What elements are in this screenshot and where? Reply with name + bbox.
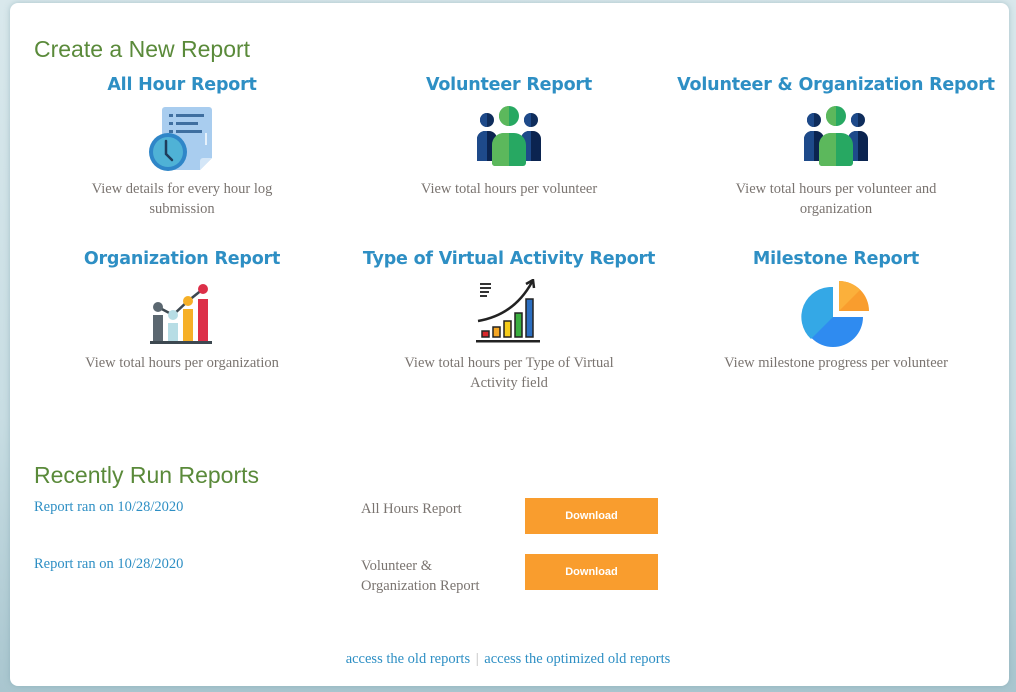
- virtual-activity-report-link[interactable]: Type of Virtual Activity Report: [349, 249, 669, 269]
- optimized-old-reports-link[interactable]: access the optimized old reports: [484, 651, 670, 667]
- footer-links: access the old reports | access the opti…: [0, 651, 1016, 668]
- recently-run-heading: Recently Run Reports: [34, 462, 259, 488]
- bar-line-chart-icon[interactable]: [147, 279, 217, 347]
- people-group-icon[interactable]: [801, 105, 871, 173]
- recent-report-name: All Hours Report: [361, 501, 462, 517]
- volunteer-report-link[interactable]: Volunteer Report: [349, 75, 669, 95]
- volunteer-organization-report-link[interactable]: Volunteer & Organization Report: [676, 75, 996, 95]
- all-hour-report-description: View details for every hour log submissi…: [91, 181, 273, 217]
- tile-volunteer-organization-report: Volunteer & Organization Report View tot…: [676, 75, 996, 219]
- people-group-icon[interactable]: [474, 105, 544, 173]
- organization-report-link[interactable]: Organization Report: [22, 249, 342, 269]
- volunteer-report-description: View total hours per volunteer: [420, 181, 598, 197]
- tile-volunteer-report: Volunteer Report View total hours per vo…: [349, 75, 669, 199]
- milestone-report-description: View milestone progress per volunteer: [724, 355, 948, 371]
- organization-report-description: View total hours per organization: [85, 355, 279, 371]
- tile-all-hour-report: All Hour Report View details for every h…: [22, 75, 342, 219]
- download-button[interactable]: Download: [525, 554, 658, 590]
- tile-virtual-activity-report: Type of Virtual Activity Report View tot…: [349, 249, 669, 393]
- document-clock-icon[interactable]: [147, 105, 217, 173]
- virtual-activity-report-description: View total hours per Type of Virtual Act…: [404, 355, 614, 391]
- footer-separator: |: [475, 651, 479, 667]
- all-hour-report-link[interactable]: All Hour Report: [22, 75, 342, 95]
- recent-report-name: Volunteer & Organization Report: [361, 558, 480, 594]
- recent-report-link[interactable]: Report ran on 10/28/2020: [34, 556, 183, 573]
- download-button[interactable]: Download: [525, 498, 658, 534]
- pie-chart-icon[interactable]: [801, 279, 871, 347]
- volunteer-organization-report-description: View total hours per volunteer and organ…: [735, 181, 937, 217]
- growth-chart-icon[interactable]: [474, 279, 544, 347]
- old-reports-link[interactable]: access the old reports: [346, 651, 470, 667]
- milestone-report-link[interactable]: Milestone Report: [676, 249, 996, 269]
- tile-milestone-report: Milestone Report View milestone progress…: [676, 249, 996, 373]
- recent-report-link[interactable]: Report ran on 10/28/2020: [34, 499, 183, 516]
- create-report-heading: Create a New Report: [34, 36, 251, 62]
- tile-organization-report: Organization Report View total hours per…: [22, 249, 342, 373]
